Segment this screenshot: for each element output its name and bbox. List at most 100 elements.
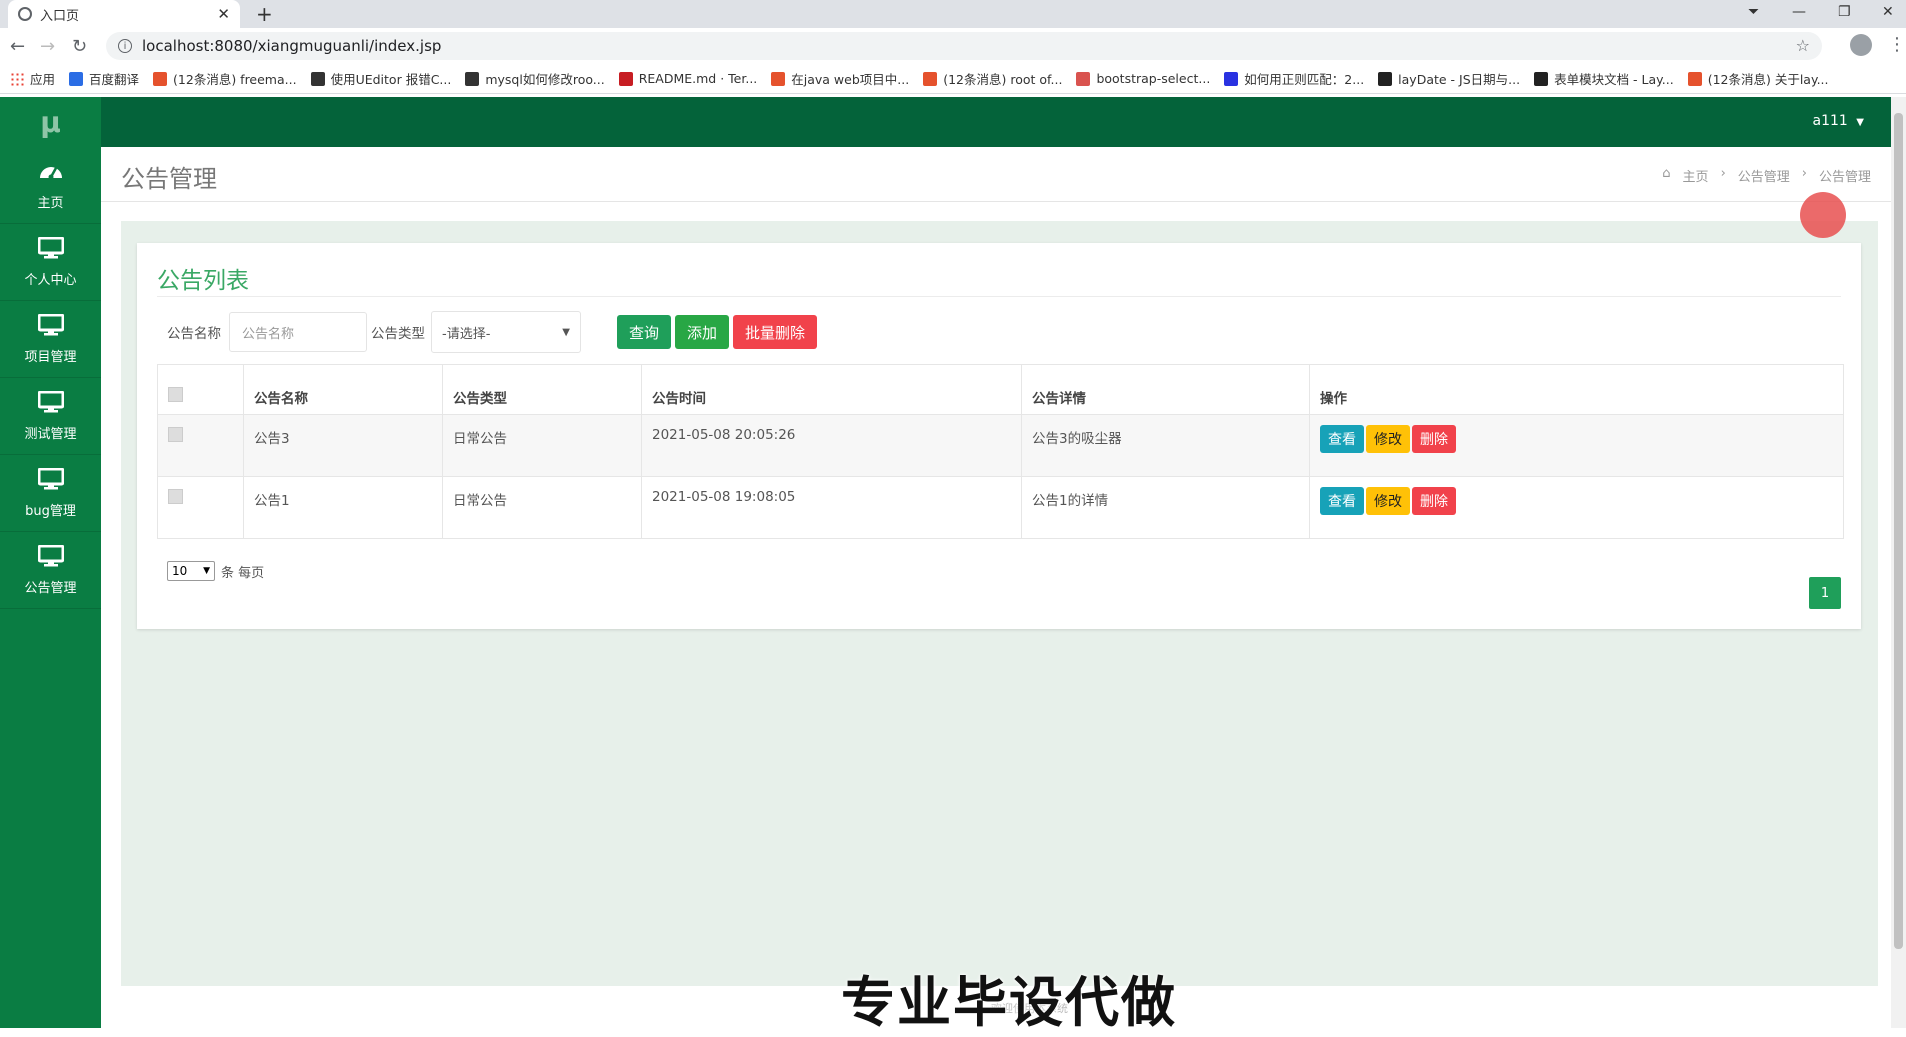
breadcrumb-current: 公告管理 <box>1818 170 1871 185</box>
delete-button[interactable]: 删除 <box>1412 487 1456 515</box>
bookmark-item[interactable]: 使用UEditor 报错C... <box>310 69 452 88</box>
delete-button[interactable]: 删除 <box>1412 425 1456 453</box>
sidebar-item-4[interactable]: bug管理 <box>0 455 101 532</box>
view-button[interactable]: 查看 <box>1320 425 1364 453</box>
table-row: 公告1 日常公告 2021-05-08 19:08:05 公告1的详情 查看 修改 删除 <box>157 476 1844 539</box>
page-header: 公告管理 ⌂ 主页 › 公告管理 › 公告管理 <box>101 147 1891 202</box>
url-text: localhost:8080/xiangmuguanli/index.jsp <box>142 37 442 55</box>
type-select[interactable]: -请选择- ▼ <box>431 311 581 353</box>
cell-actions: 查看 修改 删除 <box>1309 414 1844 477</box>
monitor-icon <box>37 467 64 494</box>
page-size-value: 10 <box>172 564 188 578</box>
bookmarks-bar: 应用 百度翻译 (12条消息) freema... 使用UEditor 报错C... m… <box>0 64 1906 94</box>
info-icon[interactable]: i <box>118 39 132 53</box>
monitor-icon <box>37 390 64 417</box>
tab-search-icon[interactable]: ⏷ <box>1748 4 1759 20</box>
sidebar-item-label: 公告管理 <box>24 580 77 596</box>
col-time: 公告时间 <box>641 364 1022 415</box>
browser-tab[interactable]: 入口页 ✕ <box>8 0 240 28</box>
edit-button[interactable]: 修改 <box>1366 425 1410 453</box>
bookmark-favicon-icon <box>1378 71 1393 86</box>
page-1-button[interactable]: 1 <box>1809 577 1841 609</box>
bookmark-item[interactable]: 表单模块文档 - Lay... <box>1534 69 1674 88</box>
menu-icon[interactable]: ⋮ <box>1888 34 1906 55</box>
select-all-checkbox[interactable] <box>168 387 183 402</box>
bookmark-label: 百度翻译 <box>89 72 140 87</box>
breadcrumb-separator: › <box>1801 166 1807 181</box>
apps-grid-icon <box>10 71 24 86</box>
col-type: 公告类型 <box>442 364 642 415</box>
back-icon[interactable]: ← <box>10 36 25 57</box>
bookmark-item[interactable]: mysql如何修改roo... <box>465 69 605 88</box>
close-tab-icon[interactable]: ✕ <box>217 5 230 23</box>
bookmark-item[interactable]: 在java web项目中... <box>771 69 909 88</box>
bookmark-favicon-icon <box>1076 71 1091 86</box>
reload-icon[interactable]: ↻ <box>72 36 87 57</box>
monitor-icon <box>37 544 64 571</box>
cell-actions: 查看 修改 删除 <box>1309 476 1844 539</box>
sidebar-item-0[interactable]: 主页 <box>0 147 101 224</box>
bookmark-item[interactable]: layDate - JS日期与... <box>1378 69 1520 88</box>
bookmark-item[interactable]: bootstrap-select... <box>1076 71 1210 86</box>
sidebar-item-3[interactable]: 测试管理 <box>0 378 101 455</box>
bookmark-label: mysql如何修改roo... <box>485 72 605 87</box>
profile-avatar[interactable] <box>1850 34 1872 56</box>
bookmark-label: 使用UEditor 报错C... <box>330 72 452 87</box>
bookmark-label: bootstrap-select... <box>1096 71 1211 86</box>
bookmark-item[interactable]: (12条消息) freema... <box>153 69 297 88</box>
edit-button[interactable]: 修改 <box>1366 487 1410 515</box>
chevron-down-icon: ▼ <box>203 566 210 576</box>
sidebar-item-2[interactable]: 项目管理 <box>0 301 101 378</box>
breadcrumb-home[interactable]: 主页 <box>1683 166 1709 185</box>
bookmark-label: 应用 <box>30 72 56 87</box>
bookmark-item[interactable]: (12条消息) 关于lay... <box>1687 69 1829 88</box>
page-size-select[interactable]: 10 ▼ <box>167 561 215 581</box>
select-all-cell <box>157 364 244 415</box>
row-checkbox[interactable] <box>168 489 183 504</box>
bookmark-item[interactable]: 百度翻译 <box>69 69 139 88</box>
address-bar-row: ← → ↻ i localhost:8080/xiangmuguanli/ind… <box>0 28 1906 64</box>
new-tab-icon[interactable]: + <box>256 2 273 26</box>
star-icon[interactable]: ☆ <box>1796 36 1810 55</box>
bookmark-item[interactable]: (12条消息) root of... <box>923 69 1062 88</box>
forward-icon[interactable]: → <box>40 36 55 57</box>
sidebar-item-label: 主页 <box>37 195 64 211</box>
row-checkbox[interactable] <box>168 427 183 442</box>
name-search-input[interactable]: 公告名称 <box>229 312 367 352</box>
bookmark-label: (12条消息) 关于lay... <box>1707 72 1829 87</box>
close-window-icon[interactable]: ✕ <box>1882 4 1894 20</box>
cell-type: 日常公告 <box>442 476 642 539</box>
notice-list-panel: 公告列表 公告名称 公告名称 公告类型 -请选择- ▼ 查询 添加 批量删除 公… <box>137 243 1861 629</box>
batch-delete-button[interactable]: 批量删除 <box>733 315 818 349</box>
sidebar: μ 主页 个人中心 项目管理 测试管理 bug管理 公告管理 <box>0 97 101 1028</box>
minimize-icon[interactable]: — <box>1792 4 1806 20</box>
query-button[interactable]: 查询 <box>617 315 672 349</box>
bookmark-favicon-icon <box>1534 71 1549 86</box>
cell-time: 2021-05-08 19:08:05 <box>641 476 1022 539</box>
sidebar-item-label: 个人中心 <box>24 272 77 288</box>
page-scrollbar[interactable] <box>1891 97 1906 1028</box>
name-label: 公告名称 <box>167 326 221 342</box>
url-field[interactable]: i localhost:8080/xiangmuguanli/index.jsp… <box>106 32 1822 60</box>
breadcrumb-section[interactable]: 公告管理 <box>1738 166 1790 185</box>
cell-name: 公告3 <box>243 414 443 477</box>
monitor-icon <box>37 236 64 263</box>
bookmark-favicon-icon <box>1224 71 1239 86</box>
col-detail: 公告详情 <box>1021 364 1310 415</box>
home-icon: ⌂ <box>1662 166 1671 181</box>
panel-title: 公告列表 <box>157 268 249 294</box>
type-label: 公告类型 <box>371 326 425 342</box>
apps-shortcut[interactable]: 应用 <box>10 69 55 88</box>
col-name: 公告名称 <box>243 364 443 415</box>
bookmark-item[interactable]: 如何用正则匹配：2... <box>1224 69 1364 88</box>
view-button[interactable]: 查看 <box>1320 487 1364 515</box>
dashboard-icon <box>38 160 64 186</box>
scroll-thumb[interactable] <box>1894 113 1903 949</box>
notice-table: 公告名称 公告类型 公告时间 公告详情 操作 公告3 日常公告 2021-05-08… <box>157 364 1844 539</box>
restore-icon[interactable]: ❐ <box>1838 4 1851 20</box>
user-menu[interactable]: a111 ▼ <box>1813 113 1864 129</box>
sidebar-item-5[interactable]: 公告管理 <box>0 532 101 609</box>
sidebar-item-1[interactable]: 个人中心 <box>0 224 101 301</box>
add-button[interactable]: 添加 <box>675 315 730 349</box>
bookmark-item[interactable]: README.md · Ter... <box>618 71 757 86</box>
